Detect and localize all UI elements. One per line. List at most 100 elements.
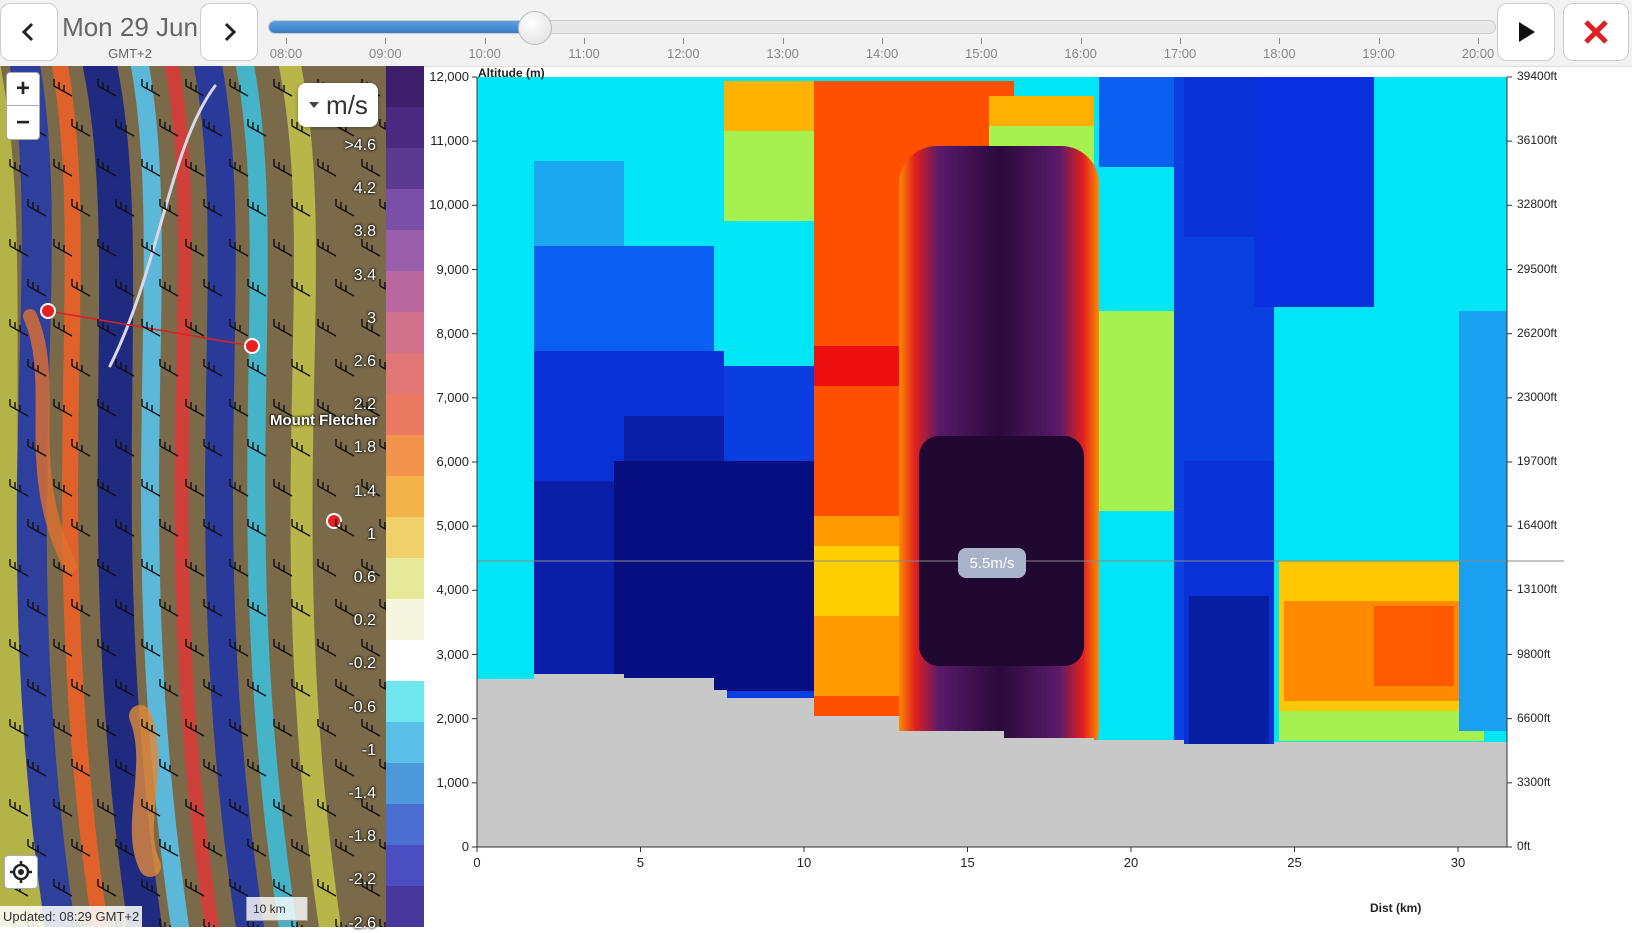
wind-barb (159, 759, 179, 777)
close-button[interactable] (1563, 3, 1629, 61)
y-axis-label-ft: 16400ft (1517, 518, 1558, 533)
y-axis-label-ft: 32800ft (1517, 197, 1558, 212)
wind-barb (53, 479, 73, 497)
timeline-tick-label: 19:00 (1362, 46, 1395, 61)
date-label: Mon 29 Jun (62, 12, 198, 42)
wind-barb (247, 199, 267, 217)
wind-barb (53, 639, 73, 657)
wind-barb (185, 239, 205, 257)
cross-section-chart[interactable] (424, 66, 1632, 927)
time-slider-thumb[interactable] (518, 11, 553, 45)
timeline-tick (882, 38, 883, 44)
wind-barb (9, 319, 29, 337)
close-icon (1584, 20, 1608, 44)
wind-barb (247, 599, 267, 617)
wind-barb (141, 319, 161, 337)
timeline-tick-label: 17:00 (1163, 46, 1197, 61)
timeline-tick-label: 16:00 (1064, 46, 1097, 61)
timeline-tick-label: 12:00 (667, 46, 700, 61)
unit-select[interactable]: m/s (298, 83, 378, 127)
legend-label: -0.2 (348, 655, 376, 673)
wind-barb (203, 679, 223, 697)
wind-barb (229, 399, 249, 417)
timeline-tick-label: 20:00 (1461, 46, 1495, 61)
wind-barb (335, 279, 355, 297)
legend-label: -0.6 (348, 698, 376, 716)
legend-label: -2.2 (348, 871, 376, 889)
wind-barb (185, 479, 205, 497)
wind-barb (185, 639, 205, 657)
altitude-axis-label: Altitude (m) (478, 66, 545, 80)
previous-day-button[interactable] (0, 3, 58, 61)
wind-barb (185, 559, 205, 577)
wind-barb (115, 199, 135, 217)
y-axis-label: 5,000 (436, 518, 469, 534)
timezone-label: GMT+2 (108, 46, 152, 61)
timeline-tick (782, 38, 784, 44)
wind-barb (115, 279, 135, 297)
y-axis-label: 1,000 (436, 774, 469, 790)
wind-barb (229, 799, 249, 817)
wind-barb (97, 239, 117, 257)
wind-barb (203, 199, 223, 217)
wind-barb (247, 439, 267, 457)
time-slider[interactable] (268, 11, 1496, 45)
wind-barb (203, 919, 215, 927)
legend-swatch (386, 599, 424, 641)
wind-barb (97, 559, 117, 577)
wind-barb (273, 319, 293, 337)
chevron-left-icon (21, 22, 34, 42)
wind-barb (27, 599, 47, 617)
x-axis-label: 10 (796, 855, 812, 870)
timeline-tick-label: 10:00 (468, 46, 501, 61)
wind-barb (115, 119, 135, 137)
y-axis-label: 4,000 (436, 582, 469, 598)
next-day-button[interactable] (200, 3, 258, 61)
wind-barb (27, 759, 47, 777)
wind-barb (317, 479, 337, 497)
locate-button[interactable] (4, 855, 38, 889)
wind-barbs (9, 79, 386, 927)
zoom-out-button[interactable]: − (6, 106, 40, 140)
wind-barb (335, 439, 355, 457)
y-axis-label-ft: 23000ft (1517, 389, 1558, 404)
wind-barb (115, 519, 135, 537)
wind-barb (335, 759, 355, 777)
wind-barb (97, 79, 117, 97)
y-axis-label: 6,000 (436, 454, 469, 469)
wind-barb (247, 679, 267, 697)
y-axis-label: 9,000 (436, 261, 469, 277)
wind-barb (9, 159, 29, 177)
wind-barb (247, 119, 267, 137)
place-label: Mount Fletcher (270, 412, 378, 429)
wind-barb (53, 399, 73, 417)
wind-barb (97, 479, 117, 497)
wind-barb (229, 879, 249, 897)
wind-barb (203, 119, 223, 137)
legend-label: 4.2 (353, 180, 376, 198)
wind-barb (273, 479, 293, 497)
wind-barb (291, 599, 311, 617)
legend-label: -1 (361, 741, 376, 759)
wind-barb (273, 639, 293, 657)
play-button[interactable] (1497, 3, 1555, 61)
wind-barb (27, 439, 47, 457)
wind-barb (185, 159, 205, 177)
zoom-in-button[interactable]: + (6, 72, 40, 106)
wind-barb (53, 559, 73, 577)
wind-barb (159, 679, 179, 697)
timeline-tick (1180, 38, 1181, 44)
wind-barb (97, 879, 117, 897)
wind-barb (185, 879, 205, 897)
wind-barb (71, 439, 91, 457)
wind-barb (97, 639, 117, 657)
legend-swatch (386, 271, 424, 313)
wind-barb (53, 719, 73, 737)
x-axis-label: 20 (1123, 855, 1139, 870)
wind-barb (203, 599, 223, 617)
wind-barb (141, 399, 161, 417)
wind-barb (361, 159, 381, 177)
wind-barb (71, 759, 91, 777)
wind-barb (291, 519, 311, 537)
wind-barb (115, 359, 135, 377)
